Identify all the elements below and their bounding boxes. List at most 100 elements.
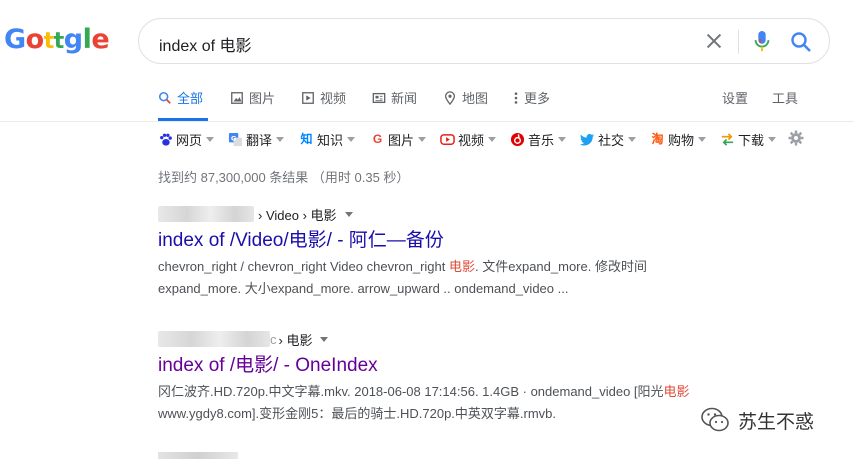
logo-letter: l xyxy=(82,24,92,55)
video-icon xyxy=(440,134,455,145)
logo-letter: e xyxy=(91,24,110,55)
snippet-highlight: 电影 xyxy=(663,384,690,399)
ext-label: 音乐 xyxy=(528,133,555,148)
chevron-down-icon xyxy=(768,137,777,142)
snippet-highlight: 电影 xyxy=(449,259,476,274)
tab-label: 图片 xyxy=(249,91,276,106)
chevron-down-icon xyxy=(558,137,567,142)
tab-label: 视频 xyxy=(320,91,347,106)
ext-label: 社交 xyxy=(598,133,625,148)
svg-text:G: G xyxy=(231,134,236,142)
tools-link[interactable]: 工具 xyxy=(772,88,798,107)
snippet-text: 冈仁波齐.HD.720p.中文字幕.mkv. 2018-06-08 17:14:… xyxy=(158,384,664,399)
news-icon xyxy=(372,92,386,103)
map-pin-icon xyxy=(444,90,456,105)
tab-label: 新闻 xyxy=(391,91,418,106)
ext-label: 知识 xyxy=(317,133,344,148)
search-icon xyxy=(158,91,171,104)
next-result-fragment xyxy=(158,452,238,459)
wechat-icon xyxy=(701,407,729,432)
chevron-down-icon xyxy=(276,137,285,142)
chevron-down-icon xyxy=(206,137,215,142)
ext-shopping[interactable]: 淘 购物 xyxy=(650,130,707,149)
redacted-domain xyxy=(158,206,254,222)
result-breadcrumb[interactable]: › Video › 电影 xyxy=(158,204,718,224)
result-snippet: chevron_right / chevron_right Video chev… xyxy=(158,256,718,300)
result-breadcrumb[interactable]: c › 电影 xyxy=(158,329,718,349)
image-icon xyxy=(231,91,243,104)
chevron-down-icon xyxy=(488,137,497,142)
microphone-icon[interactable] xyxy=(751,29,773,55)
result-snippet: 冈仁波齐.HD.720p.中文字幕.mkv. 2018-06-08 17:14:… xyxy=(158,381,718,425)
chevron-down-icon[interactable] xyxy=(344,211,353,217)
breadcrumb-fragment: c xyxy=(270,331,277,347)
snippet-text: . 文件expand_more. 修改时间 xyxy=(475,259,647,274)
taobao-icon: 淘 xyxy=(651,132,664,146)
tab-images[interactable]: 图片 xyxy=(230,88,275,107)
tab-more[interactable]: 更多 xyxy=(513,88,550,107)
ext-images[interactable]: G 图片 xyxy=(370,130,427,149)
ext-translate[interactable]: G 翻译 xyxy=(228,130,285,149)
ext-label: 下载 xyxy=(738,133,765,148)
watermark-text: 苏生不惑 xyxy=(738,411,815,433)
redacted-domain xyxy=(158,331,270,347)
clear-icon[interactable] xyxy=(703,30,725,52)
breadcrumb-path: › 电影 xyxy=(278,332,313,348)
netease-music-icon xyxy=(510,132,525,147)
snippet-text: chevron_right / chevron_right Video chev… xyxy=(158,259,449,274)
twitter-bird-icon xyxy=(580,133,595,146)
logo-letter: G xyxy=(4,24,26,55)
chevron-down-icon xyxy=(698,137,707,142)
tab-videos[interactable]: 视频 xyxy=(301,88,346,107)
gear-icon xyxy=(788,130,804,146)
baidu-paw-icon xyxy=(160,133,172,146)
search-box[interactable]: index of 电影 xyxy=(138,18,830,64)
logo-letter: g xyxy=(63,24,83,55)
google-doodle-logo[interactable]: Gottgle xyxy=(4,24,110,55)
tab-label: 地图 xyxy=(462,91,489,106)
watermark: 苏生不惑 xyxy=(700,406,814,434)
ext-web[interactable]: 网页 xyxy=(158,130,215,149)
divider xyxy=(0,121,854,122)
result-title-link[interactable]: index of /Video/电影/ - 阿仁—备份 xyxy=(158,228,718,254)
ext-label: 翻译 xyxy=(246,133,273,148)
ext-label: 购物 xyxy=(668,133,695,148)
snippet-text: expand_more. 大小expand_more. arrow_upward… xyxy=(158,281,569,296)
ext-video[interactable]: 视频 xyxy=(440,130,497,149)
ext-label: 网页 xyxy=(176,133,203,148)
settings-link[interactable]: 设置 xyxy=(722,88,748,107)
chevron-down-icon xyxy=(628,137,637,142)
tab-all[interactable]: 全部 xyxy=(158,88,203,107)
logo-letter: t xyxy=(53,29,65,54)
search-input[interactable]: index of 电影 xyxy=(159,32,252,56)
logo-letter: t xyxy=(43,29,55,54)
tab-label: 更多 xyxy=(524,91,551,106)
tab-news[interactable]: 新闻 xyxy=(372,88,417,107)
chevron-down-icon[interactable] xyxy=(320,336,329,342)
search-result: c › 电影 index of /电影/ - OneIndex 冈仁波齐.HD.… xyxy=(158,329,718,425)
logo-letter: o xyxy=(25,24,45,55)
breadcrumb-path: › Video › 电影 xyxy=(258,207,337,223)
tab-label: 全部 xyxy=(177,91,204,106)
more-vert-icon xyxy=(514,91,518,104)
ext-settings[interactable] xyxy=(788,130,804,146)
ext-knowledge[interactable]: 知 知识 xyxy=(299,130,356,149)
result-title-link[interactable]: index of /电影/ - OneIndex xyxy=(158,353,718,379)
search-result: › Video › 电影 index of /Video/电影/ - 阿仁—备份… xyxy=(158,204,718,300)
ext-label: 图片 xyxy=(388,133,415,148)
ext-label: 视频 xyxy=(458,133,485,148)
tab-maps[interactable]: 地图 xyxy=(443,88,488,107)
play-icon xyxy=(302,91,314,104)
google-g-icon: G xyxy=(372,132,383,146)
chevron-down-icon xyxy=(418,137,427,142)
chevron-down-icon xyxy=(347,137,356,142)
swap-arrows-icon xyxy=(721,133,734,146)
ext-music[interactable]: 音乐 xyxy=(510,130,567,149)
ext-download[interactable]: 下载 xyxy=(720,130,777,149)
search-divider xyxy=(738,30,739,54)
result-stats: 找到约 87,300,000 条结果 （用时 0.35 秒） xyxy=(158,170,410,185)
search-icon[interactable] xyxy=(789,30,813,54)
ext-social[interactable]: 社交 xyxy=(580,130,637,149)
zhihu-icon: 知 xyxy=(300,132,313,146)
snippet-text: www.ygdy8.com].变形金刚5：最后的骑士.HD.720p.中英双字幕… xyxy=(158,406,557,421)
